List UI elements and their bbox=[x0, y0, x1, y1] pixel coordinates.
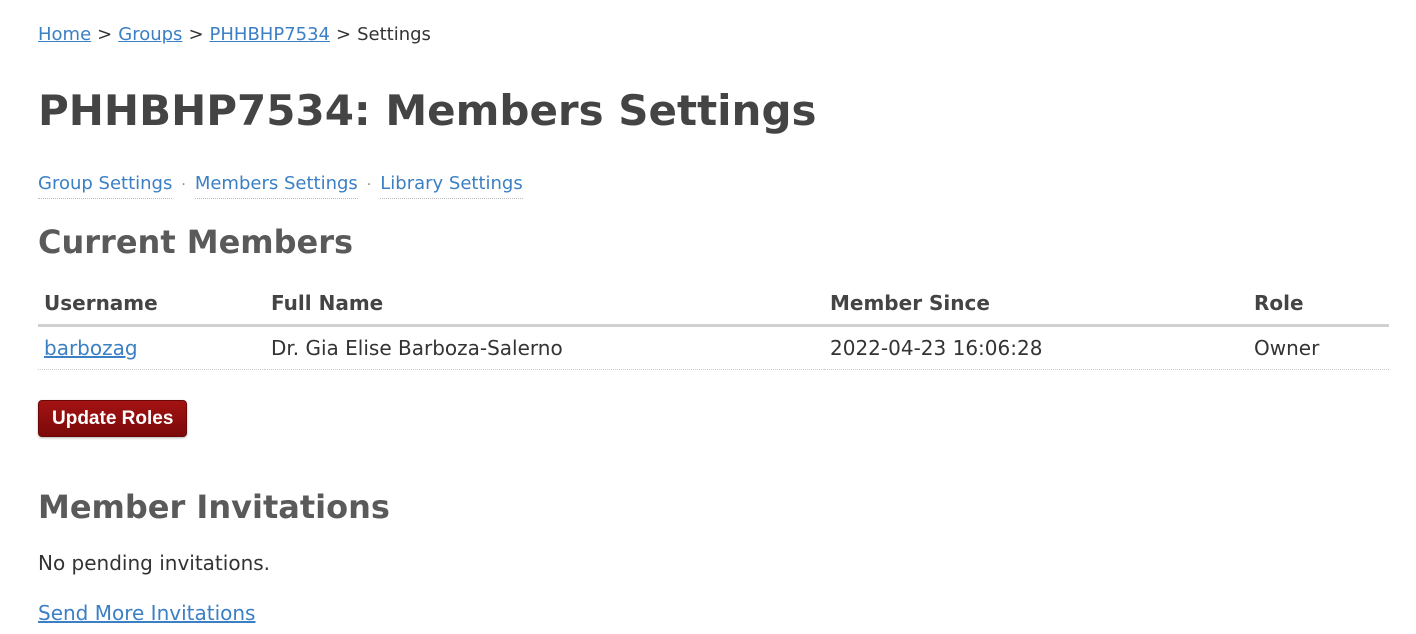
subnav-group-settings[interactable]: Group Settings bbox=[38, 173, 173, 199]
subnav-library-settings[interactable]: Library Settings bbox=[380, 173, 523, 199]
send-more-invitations-link[interactable]: Send More Invitations bbox=[38, 600, 255, 626]
breadcrumb-home-link[interactable]: Home bbox=[38, 24, 91, 45]
breadcrumb: Home > Groups > PHHBHP7534 > Settings bbox=[38, 24, 431, 46]
column-header-member-since: Member Since bbox=[824, 282, 1248, 327]
cell-full-name: Dr. Gia Elise Barboza-Salerno bbox=[265, 325, 824, 370]
subnav-separator: · bbox=[366, 177, 372, 193]
table-header-row: Username Full Name Member Since Role bbox=[38, 282, 1389, 327]
column-header-username: Username bbox=[38, 282, 265, 327]
breadcrumb-separator: > bbox=[188, 24, 204, 45]
username-link[interactable]: barbozag bbox=[44, 336, 138, 360]
cell-member-since: 2022-04-23 16:06:28 bbox=[824, 325, 1248, 370]
page-title: PHHBHP7534: Members Settings bbox=[38, 86, 817, 135]
table-row: barbozag Dr. Gia Elise Barboza-Salerno 2… bbox=[38, 325, 1389, 370]
breadcrumb-group-link[interactable]: PHHBHP7534 bbox=[210, 24, 330, 45]
invitations-status: No pending invitations. bbox=[38, 551, 271, 575]
breadcrumb-current: Settings bbox=[357, 24, 431, 45]
subnav-members-settings[interactable]: Members Settings bbox=[194, 173, 358, 199]
column-header-full-name: Full Name bbox=[265, 282, 824, 327]
column-header-role: Role bbox=[1248, 282, 1389, 327]
members-table: Username Full Name Member Since Role bar… bbox=[38, 282, 1389, 370]
breadcrumb-separator: > bbox=[97, 24, 113, 45]
settings-subnav: Group Settings · Members Settings · Library … bbox=[38, 172, 523, 199]
current-members-heading: Current Members bbox=[38, 223, 354, 261]
breadcrumb-groups-link[interactable]: Groups bbox=[118, 24, 182, 45]
update-roles-button[interactable]: Update Roles bbox=[38, 400, 188, 437]
breadcrumb-separator: > bbox=[336, 24, 352, 45]
subnav-separator: · bbox=[181, 177, 186, 193]
member-invitations-heading: Member Invitations bbox=[38, 488, 390, 526]
cell-username: barbozag bbox=[38, 325, 265, 370]
cell-role: Owner bbox=[1248, 325, 1389, 370]
